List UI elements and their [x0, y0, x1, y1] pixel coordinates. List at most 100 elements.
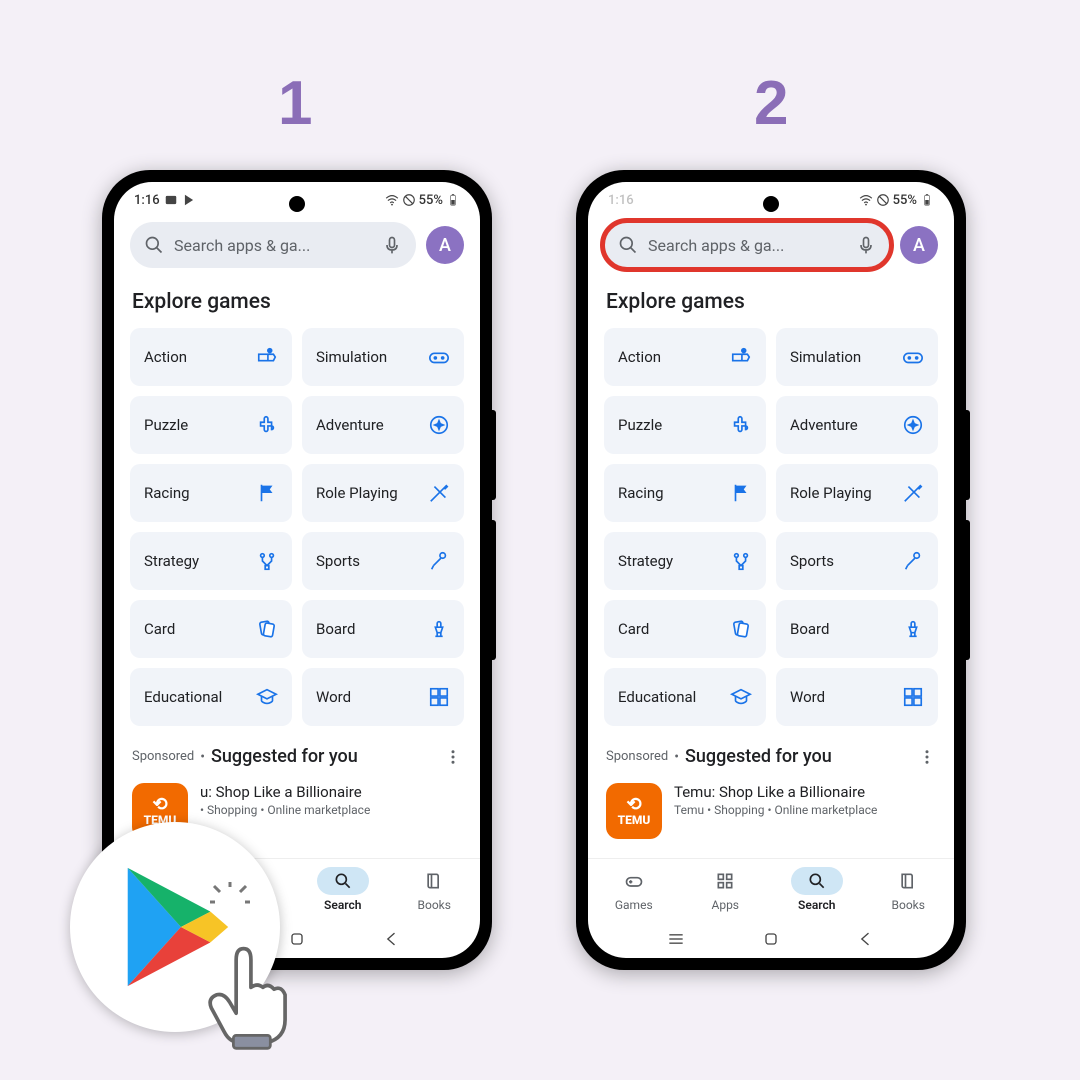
category-sports[interactable]: Sports — [302, 532, 464, 590]
search-nav-icon — [333, 871, 353, 891]
back-button[interactable] — [382, 929, 402, 949]
puzzle-icon — [730, 414, 752, 436]
search-placeholder: Search apps & ga... — [174, 236, 382, 255]
battery-percent: 55% — [419, 193, 443, 208]
click-lines-icon — [210, 882, 250, 922]
search-icon — [144, 235, 164, 255]
category-strategy[interactable]: Strategy — [604, 532, 766, 590]
category-simulation[interactable]: Simulation — [302, 328, 464, 386]
category-racing[interactable]: Racing — [604, 464, 766, 522]
home-button[interactable] — [761, 929, 781, 949]
category-board[interactable]: Board — [776, 600, 938, 658]
gamepad-icon — [624, 871, 644, 891]
category-word[interactable]: Word — [776, 668, 938, 726]
back-button[interactable] — [856, 929, 876, 949]
app-title: u: Shop Like a Billionaire — [200, 783, 370, 801]
no-signal-icon — [402, 193, 416, 207]
category-puzzle[interactable]: Puzzle — [130, 396, 292, 454]
wifi-icon — [859, 193, 873, 207]
system-nav — [588, 920, 954, 958]
board-icon — [428, 618, 450, 640]
category-educational[interactable]: Educational — [130, 668, 292, 726]
mic-icon[interactable] — [856, 235, 876, 255]
profile-avatar[interactable]: A — [426, 226, 464, 264]
card-icon — [730, 618, 752, 640]
category-adventure[interactable]: Adventure — [302, 396, 464, 454]
search-bar-highlighted[interactable]: Search apps & ga... — [604, 222, 890, 268]
category-simulation[interactable]: Simulation — [776, 328, 938, 386]
search-bar[interactable]: Search apps & ga... — [130, 222, 416, 268]
profile-avatar[interactable]: A — [900, 226, 938, 264]
category-racing[interactable]: Racing — [130, 464, 292, 522]
book-icon — [424, 871, 444, 891]
strategy-icon — [730, 550, 752, 572]
word-icon — [428, 686, 450, 708]
camera-notch — [763, 196, 779, 212]
card-icon — [256, 618, 278, 640]
adventure-icon — [428, 414, 450, 436]
nav-search[interactable]: Search — [771, 859, 863, 920]
menu-dots-icon[interactable] — [918, 748, 936, 766]
category-grid: Action Simulation Puzzle Adventure Racin… — [604, 328, 938, 726]
puzzle-icon — [256, 414, 278, 436]
category-card[interactable]: Card — [604, 600, 766, 658]
section-title: Explore games — [132, 290, 462, 314]
pointer-hand-icon — [190, 932, 310, 1052]
play-icon — [182, 193, 196, 207]
play-store-tap-overlay — [70, 822, 280, 1032]
category-educational[interactable]: Educational — [604, 668, 766, 726]
nav-books[interactable]: Books — [863, 859, 955, 920]
adventure-icon — [902, 414, 924, 436]
sponsored-label: Sponsored — [132, 749, 194, 764]
apps-icon — [715, 871, 735, 891]
category-word[interactable]: Word — [302, 668, 464, 726]
roleplaying-icon — [428, 482, 450, 504]
recents-button[interactable] — [666, 929, 686, 949]
wifi-icon — [385, 193, 399, 207]
app-subtitle: • Shopping • Online marketplace — [200, 803, 370, 817]
nav-games[interactable]: Games — [588, 859, 680, 920]
app-row-temu[interactable]: ⟲TEMU Temu: Shop Like a Billionaire Temu… — [604, 777, 938, 845]
status-time: 1:16 — [134, 193, 160, 208]
no-signal-icon — [876, 193, 890, 207]
nav-apps[interactable]: Apps — [680, 859, 772, 920]
menu-dots-icon[interactable] — [444, 748, 462, 766]
nav-search[interactable]: Search — [297, 859, 389, 920]
action-icon — [730, 346, 752, 368]
educational-icon — [256, 686, 278, 708]
separator-dot: • — [674, 749, 679, 765]
search-placeholder: Search apps & ga... — [648, 236, 856, 255]
mic-icon[interactable] — [382, 235, 402, 255]
app-title: Temu: Shop Like a Billionaire — [674, 783, 877, 801]
category-action[interactable]: Action — [130, 328, 292, 386]
step-label-2: 2 — [754, 68, 788, 139]
racing-icon — [256, 482, 278, 504]
book-icon — [898, 871, 918, 891]
category-action[interactable]: Action — [604, 328, 766, 386]
search-icon — [618, 235, 638, 255]
app-icon-temu: ⟲TEMU — [606, 783, 662, 839]
step-label-1: 1 — [278, 68, 312, 139]
sports-icon — [428, 550, 450, 572]
category-puzzle[interactable]: Puzzle — [604, 396, 766, 454]
educational-icon — [730, 686, 752, 708]
category-card[interactable]: Card — [130, 600, 292, 658]
category-strategy[interactable]: Strategy — [130, 532, 292, 590]
section-title: Explore games — [606, 290, 936, 314]
category-adventure[interactable]: Adventure — [776, 396, 938, 454]
image-icon — [164, 193, 178, 207]
nav-books[interactable]: Books — [389, 859, 481, 920]
category-roleplaying[interactable]: Role Playing — [302, 464, 464, 522]
separator-dot: • — [200, 749, 205, 765]
phone-2: 1:16 55% Search apps & ga... A Explore g… — [576, 170, 966, 970]
category-board[interactable]: Board — [302, 600, 464, 658]
sports-icon — [902, 550, 924, 572]
action-icon — [256, 346, 278, 368]
camera-notch — [289, 196, 305, 212]
simulation-icon — [902, 346, 924, 368]
category-sports[interactable]: Sports — [776, 532, 938, 590]
battery-percent: 55% — [893, 193, 917, 208]
category-roleplaying[interactable]: Role Playing — [776, 464, 938, 522]
suggested-title: Suggested for you — [685, 746, 912, 767]
search-nav-icon — [807, 871, 827, 891]
